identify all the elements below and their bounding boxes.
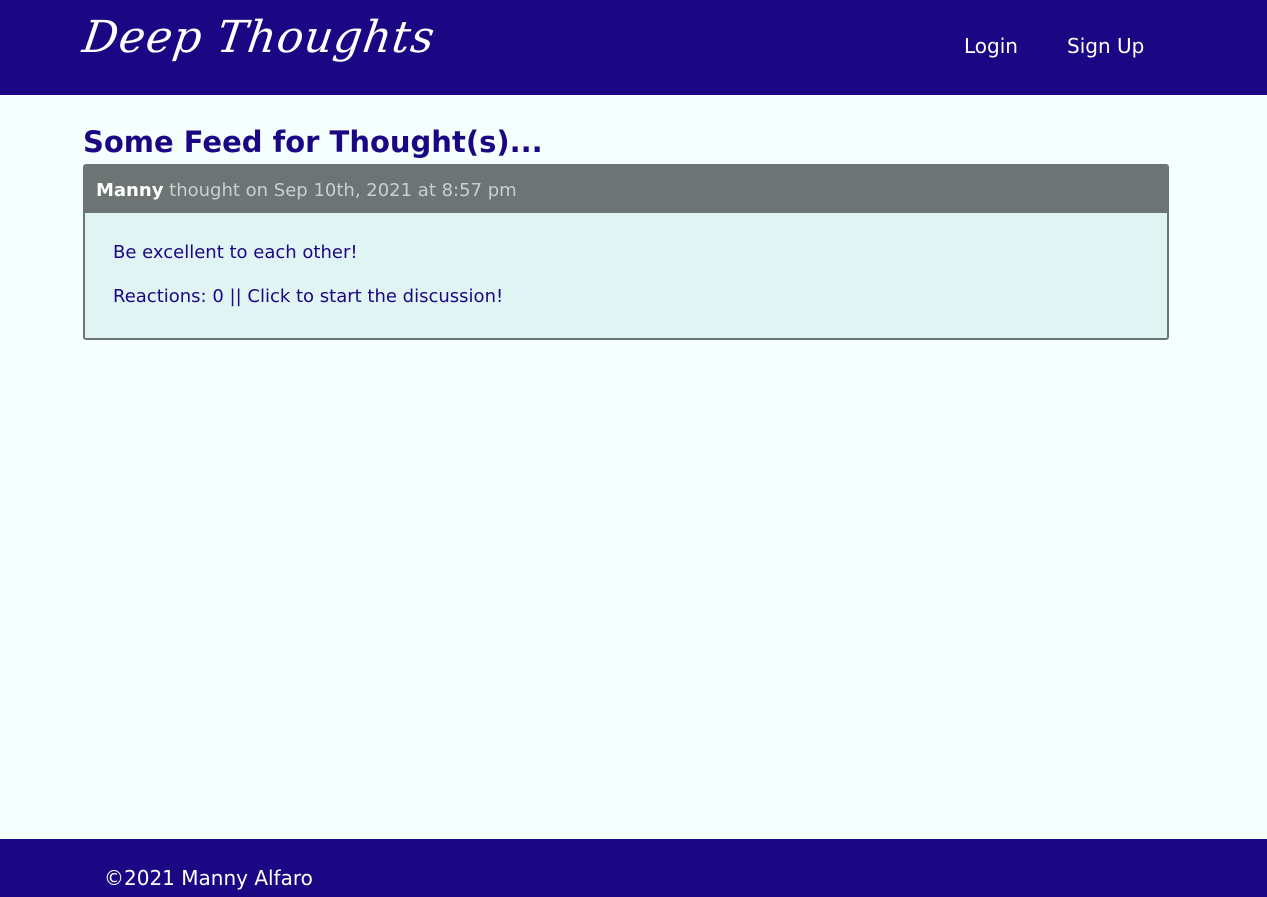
site-footer: ©2021 Manny Alfaro: [0, 839, 1267, 897]
thought-author-link[interactable]: Manny: [96, 180, 163, 201]
signup-link[interactable]: Sign Up: [1067, 31, 1144, 61]
footer-copyright: ©2021 Manny Alfaro: [104, 866, 313, 890]
login-link[interactable]: Login: [964, 31, 1018, 61]
reactions-count: Reactions: 0 ||: [113, 286, 248, 307]
thought-card-header: Manny thought on Sep 10th, 2021 at 8:57 …: [85, 166, 1167, 213]
thought-card: Manny thought on Sep 10th, 2021 at 8:57 …: [83, 164, 1169, 340]
thought-card-body: Be excellent to each other! Reactions: 0…: [85, 213, 1167, 310]
main-nav: Login Sign Up: [0, 31, 1267, 61]
start-discussion-link[interactable]: Click to start the discussion!: [247, 286, 503, 307]
site-header: Deep Thoughts Login Sign Up: [0, 0, 1267, 95]
thought-reactions: Reactions: 0 || Click to start the discu…: [113, 284, 1167, 310]
thought-text: Be excellent to each other!: [113, 242, 358, 263]
feed-title: Some Feed for Thought(s)...: [83, 125, 543, 159]
thought-meta: thought on Sep 10th, 2021 at 8:57 pm: [169, 180, 517, 201]
